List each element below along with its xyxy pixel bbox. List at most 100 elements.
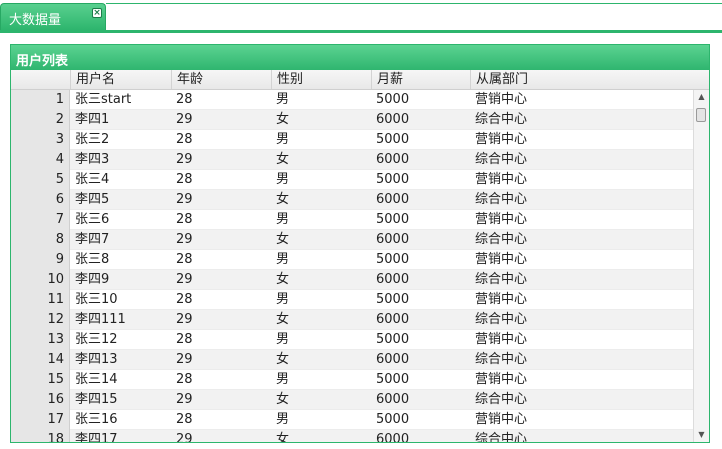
cell-name: 李四111 xyxy=(75,312,126,327)
cell-age: 29 xyxy=(176,392,193,407)
row-number: 13 xyxy=(11,330,70,350)
scrollbar-thumb[interactable] xyxy=(696,108,706,122)
row-number: 12 xyxy=(11,310,70,330)
table-row[interactable]: 4 李四3 29 女 6000 综合中心 xyxy=(11,150,693,170)
table-row[interactable]: 9 张三8 28 男 5000 营销中心 xyxy=(11,250,693,270)
column-header-department[interactable]: 从属部门 xyxy=(470,70,570,89)
scroll-up-icon[interactable]: ▲ xyxy=(694,90,709,104)
cell-name: 李四17 xyxy=(75,432,118,442)
column-header-username[interactable]: 用户名 xyxy=(70,70,171,89)
table-row[interactable]: 15 张三14 28 男 5000 营销中心 xyxy=(11,370,693,390)
cell-sex: 男 xyxy=(276,292,290,307)
table-row[interactable]: 17 张三16 28 男 5000 营销中心 xyxy=(11,410,693,430)
grid-body: 1 张三start 28 男 5000 营销中心 2 李四1 29 女 6000 综合中心 3 张三2 28… xyxy=(11,90,693,442)
cell-salary: 5000 xyxy=(376,172,410,187)
cell-salary: 5000 xyxy=(376,332,410,347)
tab-big-data[interactable]: 大数据量 × xyxy=(0,3,106,30)
cell-salary: 6000 xyxy=(376,152,410,167)
row-number: 11 xyxy=(11,290,70,310)
table-row[interactable]: 8 李四7 29 女 6000 综合中心 xyxy=(11,230,693,250)
table-row[interactable]: 14 李四13 29 女 6000 综合中心 xyxy=(11,350,693,370)
cell-salary: 5000 xyxy=(376,212,410,227)
table-row[interactable]: 7 张三6 28 男 5000 营销中心 xyxy=(11,210,693,230)
cell-salary: 5000 xyxy=(376,292,410,307)
cell-dept: 营销中心 xyxy=(475,92,528,107)
cell-dept: 营销中心 xyxy=(475,212,528,227)
cell-age: 29 xyxy=(176,232,193,247)
row-number: 5 xyxy=(11,170,70,190)
panel-title: 用户列表 xyxy=(11,45,709,70)
cell-dept: 综合中心 xyxy=(475,272,528,287)
cell-name: 李四7 xyxy=(75,232,110,247)
table-row[interactable]: 5 张三4 28 男 5000 营销中心 xyxy=(11,170,693,190)
cell-salary: 6000 xyxy=(376,192,410,207)
cell-dept: 营销中心 xyxy=(475,132,528,147)
row-number: 1 xyxy=(11,90,70,110)
row-number: 14 xyxy=(11,350,70,370)
cell-salary: 6000 xyxy=(376,272,410,287)
column-header-salary[interactable]: 月薪 xyxy=(371,70,470,89)
cell-age: 29 xyxy=(176,192,193,207)
cell-name: 张三10 xyxy=(75,292,118,307)
cell-age: 29 xyxy=(176,272,193,287)
cell-salary: 6000 xyxy=(376,312,410,327)
vertical-scrollbar[interactable]: ▲ ▼ xyxy=(693,90,709,442)
table-row[interactable]: 10 李四9 29 女 6000 综合中心 xyxy=(11,270,693,290)
cell-age: 28 xyxy=(176,332,193,347)
row-number: 10 xyxy=(11,270,70,290)
cell-sex: 男 xyxy=(276,92,290,107)
cell-dept: 营销中心 xyxy=(475,372,528,387)
cell-dept: 综合中心 xyxy=(475,352,528,367)
table-row[interactable]: 6 李四5 29 女 6000 综合中心 xyxy=(11,190,693,210)
column-header-gender[interactable]: 性别 xyxy=(271,70,371,89)
cell-name: 李四9 xyxy=(75,272,110,287)
table-row[interactable]: 12 李四111 29 女 6000 综合中心 xyxy=(11,310,693,330)
table-row[interactable]: 2 李四1 29 女 6000 综合中心 xyxy=(11,110,693,130)
close-icon[interactable]: × xyxy=(92,8,102,18)
cell-name: 张三6 xyxy=(75,212,110,227)
cell-name: 李四5 xyxy=(75,192,110,207)
cell-salary: 6000 xyxy=(376,232,410,247)
cell-dept: 综合中心 xyxy=(475,392,528,407)
cell-name: 李四15 xyxy=(75,392,118,407)
table-row[interactable]: 3 张三2 28 男 5000 营销中心 xyxy=(11,130,693,150)
cell-dept: 综合中心 xyxy=(475,312,528,327)
cell-salary: 5000 xyxy=(376,412,410,427)
cell-sex: 女 xyxy=(276,112,290,127)
scroll-down-icon[interactable]: ▼ xyxy=(694,428,709,442)
tab-underline xyxy=(0,30,722,33)
cell-age: 28 xyxy=(176,212,193,227)
cell-dept: 综合中心 xyxy=(475,432,528,442)
cell-sex: 男 xyxy=(276,172,290,187)
cell-dept: 综合中心 xyxy=(475,232,528,247)
table-row[interactable]: 11 张三10 28 男 5000 营销中心 xyxy=(11,290,693,310)
table-row[interactable]: 16 李四15 29 女 6000 综合中心 xyxy=(11,390,693,410)
cell-sex: 女 xyxy=(276,352,290,367)
table-row[interactable]: 13 张三12 28 男 5000 营销中心 xyxy=(11,330,693,350)
table-row[interactable]: 18 李四17 29 女 6000 综合中心 xyxy=(11,430,693,442)
tab-label: 大数据量 xyxy=(9,13,62,28)
cell-age: 28 xyxy=(176,172,193,187)
row-number: 6 xyxy=(11,190,70,210)
cell-name: 张三2 xyxy=(75,132,110,147)
cell-name: 李四1 xyxy=(75,112,110,127)
cell-salary: 6000 xyxy=(376,392,410,407)
cell-age: 29 xyxy=(176,432,193,442)
cell-age: 28 xyxy=(176,292,193,307)
cell-name: 张三8 xyxy=(75,252,110,267)
cell-sex: 男 xyxy=(276,132,290,147)
cell-age: 29 xyxy=(176,112,193,127)
cell-dept: 营销中心 xyxy=(475,252,528,267)
table-row[interactable]: 1 张三start 28 男 5000 营销中心 xyxy=(11,90,693,110)
cell-dept: 综合中心 xyxy=(475,112,528,127)
cell-salary: 5000 xyxy=(376,252,410,267)
column-header-age[interactable]: 年龄 xyxy=(171,70,271,89)
row-number: 3 xyxy=(11,130,70,150)
user-list-panel: 用户列表 用户名 年龄 性别 月薪 从属部门 1 张三start 28 男 5000 营销… xyxy=(10,44,710,443)
cell-sex: 男 xyxy=(276,212,290,227)
cell-age: 29 xyxy=(176,152,193,167)
cell-name: 张三14 xyxy=(75,372,118,387)
cell-age: 29 xyxy=(176,312,193,327)
tab-bar: 大数据量 × xyxy=(0,0,722,33)
cell-dept: 营销中心 xyxy=(475,172,528,187)
